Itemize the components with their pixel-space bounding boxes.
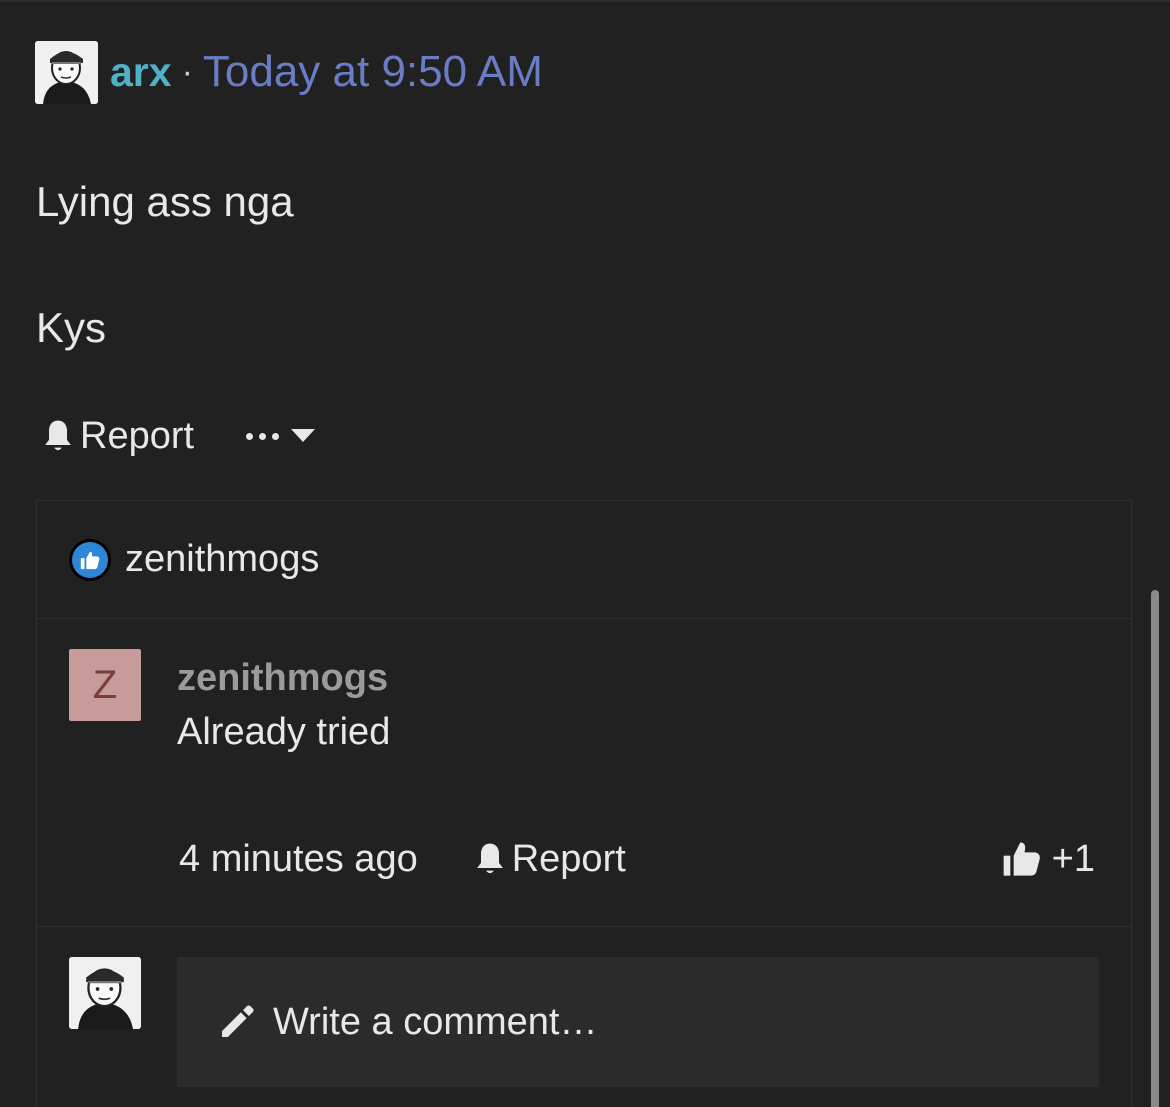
write-comment-input[interactable]: Write a comment… (177, 957, 1099, 1087)
post-author[interactable]: arx (110, 49, 172, 96)
comment-report-label: Report (511, 837, 626, 880)
post-header: arx · Today at 9:50 AM (35, 40, 543, 104)
comment-like-button[interactable]: +1 (1002, 838, 1095, 881)
write-comment-placeholder: Write a comment… (273, 1000, 598, 1043)
thumbs-up-icon (80, 551, 100, 569)
avatar-illustration-icon (69, 957, 141, 1029)
composer-avatar (69, 957, 141, 1029)
post-actions: Report (42, 412, 316, 460)
likes-row: zenithmogs (37, 501, 1131, 619)
comment-composer: Write a comment… (37, 927, 1131, 1107)
bell-icon (476, 843, 503, 874)
header-separator: · (181, 52, 193, 91)
post-page: arx · Today at 9:50 AM Lying ass nga Kys… (0, 0, 1170, 1107)
post-timestamp[interactable]: Today at 9:50 AM (203, 47, 543, 97)
caret-down-icon (291, 429, 316, 442)
bell-icon (45, 420, 71, 451)
comment-item: Z zenithmogs Already tried 4 minutes ago… (37, 619, 1131, 927)
comments-section: zenithmogs Z zenithmogs Already tried 4 … (36, 500, 1132, 1107)
more-options-button[interactable] (246, 429, 316, 443)
comment-like-count: +1 (1051, 837, 1095, 880)
ellipsis-icon (246, 432, 280, 440)
post-report-label: Report (80, 414, 195, 457)
scrollbar[interactable] (1151, 590, 1159, 1107)
comment-text: Already tried (177, 711, 391, 753)
avatar-illustration-icon (35, 40, 98, 104)
comment-footer: 4 minutes ago Report +1 (179, 834, 1095, 884)
author-avatar[interactable] (35, 40, 98, 104)
post-report-button[interactable]: Report (42, 415, 194, 458)
pencil-icon (222, 1005, 254, 1037)
comment-time[interactable]: 4 minutes ago (179, 838, 418, 881)
post-message-line-1: Lying ass nga (36, 178, 294, 225)
thumbs-up-icon (1003, 842, 1040, 876)
comment-report-button[interactable]: Report (474, 838, 626, 881)
comment-author[interactable]: zenithmogs (177, 657, 388, 700)
comment-author-avatar[interactable]: Z (69, 649, 141, 721)
post-message-line-2: Kys (36, 304, 107, 351)
liked-by-user[interactable]: zenithmogs (125, 538, 319, 581)
like-badge-icon (69, 538, 111, 581)
